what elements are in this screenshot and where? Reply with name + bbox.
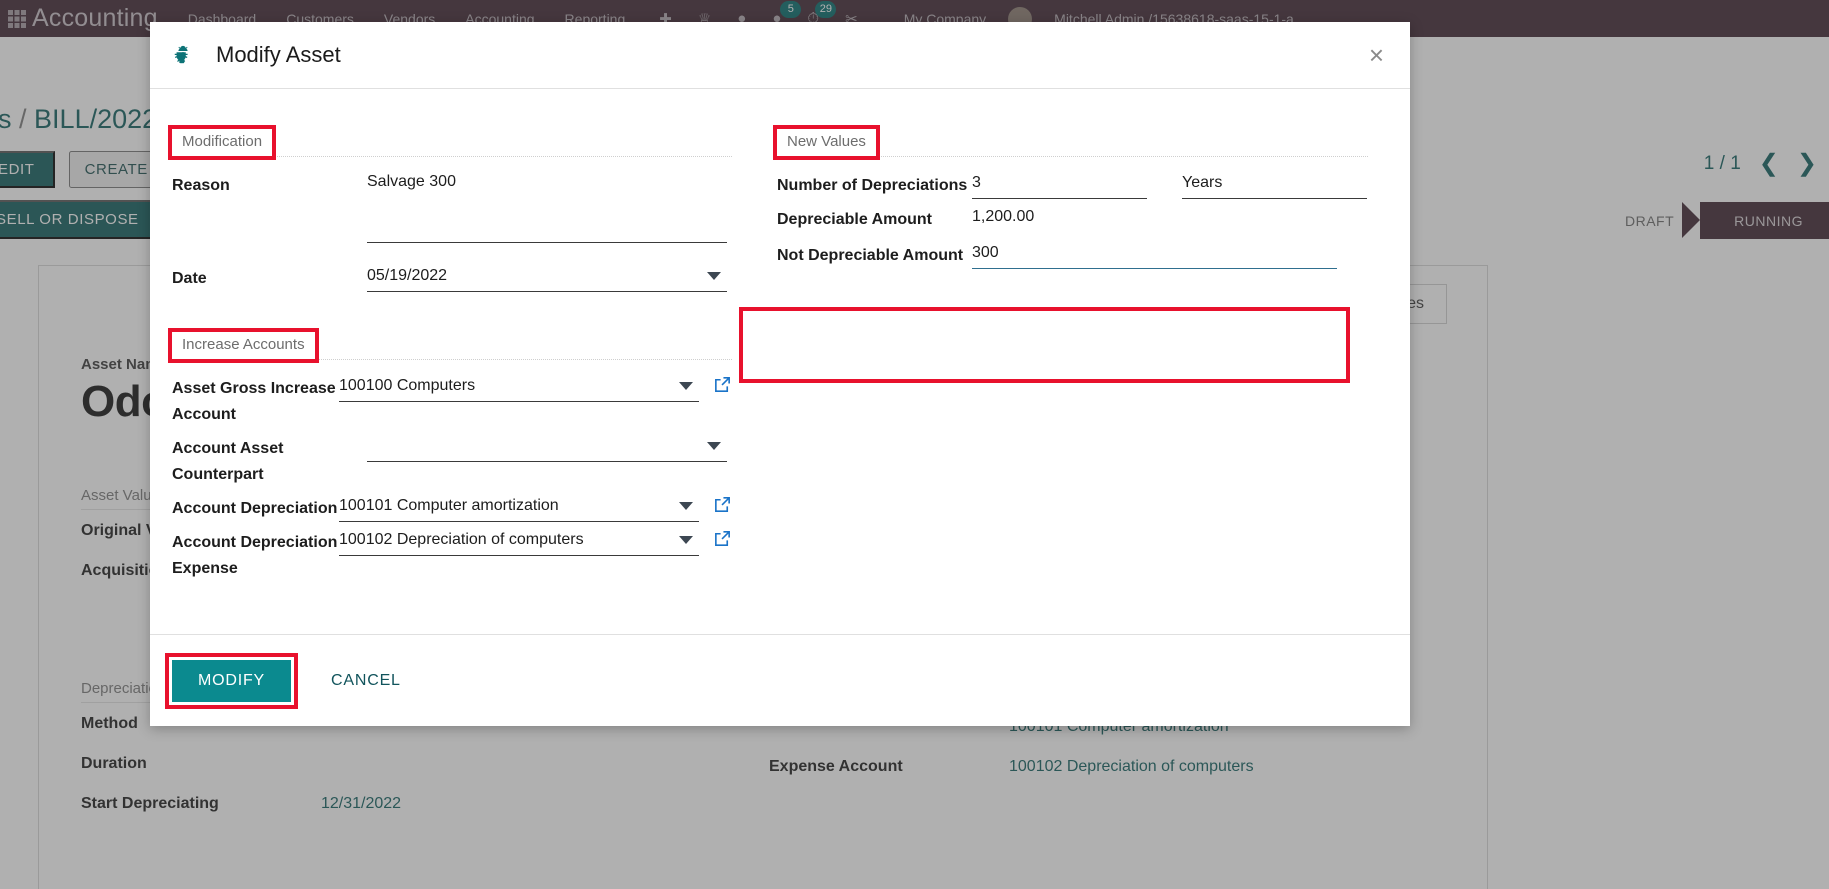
- reason-input[interactable]: Salvage 300: [367, 169, 727, 243]
- external-link-icon[interactable]: [713, 529, 732, 553]
- period-unit-select-wrap: [1182, 169, 1367, 199]
- new-values-group-header-wrap: New Values: [773, 125, 1368, 160]
- left-column: Modification Reason Salvage 300 Date 05/…: [167, 125, 732, 586]
- number-of-depreciations-label: Number of Depreciations: [777, 177, 968, 194]
- dialog-body: Modification Reason Salvage 300 Date 05/…: [150, 89, 1410, 634]
- date-label: Date: [172, 270, 207, 287]
- chevron-down-icon[interactable]: [679, 382, 693, 390]
- account-depreciation-expense-field: Account Depreciation Expense: [172, 526, 732, 582]
- account-depreciation-expense-select-wrap: [339, 526, 699, 556]
- dialog-title: Modify Asset: [216, 42, 341, 67]
- modify-asset-dialog: Modify Asset × Modification Reason Salva…: [150, 22, 1410, 726]
- chevron-down-icon[interactable]: [679, 502, 693, 510]
- date-field: Date: [172, 262, 732, 292]
- number-of-depreciations-field: Number of Depreciations: [777, 169, 1368, 199]
- asset-gross-increase-account-input[interactable]: [339, 372, 699, 402]
- right-column: New Values Number of Depreciations 3 Yea…: [773, 125, 1368, 586]
- asset-gross-increase-select-wrap: [339, 372, 699, 402]
- account-asset-counterpart-field: Account Asset Counterpart: [172, 432, 732, 488]
- increase-accounts-group-header: Increase Accounts: [168, 328, 319, 363]
- account-asset-counterpart-label: Account Asset Counterpart: [172, 440, 284, 483]
- account-asset-counterpart-select-wrap: [367, 432, 727, 462]
- date-select-wrap: [367, 262, 727, 292]
- close-icon[interactable]: ×: [1369, 42, 1384, 68]
- increase-accounts-group-header-wrap: Increase Accounts: [168, 328, 732, 363]
- not-depreciable-amount-input[interactable]: [972, 239, 1337, 269]
- number-of-depreciations-input[interactable]: [972, 169, 1147, 199]
- screen: Accounting Dashboard Customers Vendors A…: [0, 0, 1829, 889]
- chevron-down-icon[interactable]: [679, 536, 693, 544]
- chevron-down-icon[interactable]: [707, 272, 721, 280]
- asset-gross-increase-account-label: Asset Gross Increase Account: [172, 380, 336, 423]
- dialog-header: Modify Asset ×: [150, 22, 1410, 88]
- account-depreciation-field: Account Depreciation: [172, 492, 732, 522]
- external-link-icon[interactable]: [713, 375, 732, 399]
- asset-gross-increase-account-field: Asset Gross Increase Account: [172, 372, 732, 428]
- dialog-footer: MODIFY CANCEL: [150, 634, 1410, 726]
- period-unit-input[interactable]: [1182, 169, 1367, 199]
- depreciable-amount-value: 1,200.00: [972, 208, 1035, 225]
- not-depreciable-amount-field: Not Depreciable Amount: [777, 239, 1368, 269]
- cancel-button[interactable]: CANCEL: [317, 660, 415, 702]
- modification-group-header: Modification: [167, 125, 277, 160]
- reason-label: Reason: [172, 177, 230, 194]
- modify-button[interactable]: MODIFY: [164, 652, 299, 709]
- bug-icon: [172, 44, 194, 66]
- account-depreciation-input[interactable]: [339, 492, 699, 522]
- account-depreciation-expense-input[interactable]: [339, 526, 699, 556]
- depreciable-amount-label: Depreciable Amount: [777, 211, 932, 228]
- account-depreciation-select-wrap: [339, 492, 699, 522]
- not-depreciable-amount-label: Not Depreciable Amount: [777, 247, 964, 264]
- reason-field: Reason Salvage 300: [172, 169, 732, 248]
- depreciable-amount-field: Depreciable Amount 1,200.00: [777, 203, 1368, 233]
- account-depreciation-expense-label: Account Depreciation Expense: [172, 534, 338, 577]
- new-values-group-header: New Values: [773, 125, 880, 160]
- chevron-down-icon[interactable]: [707, 442, 721, 450]
- account-asset-counterpart-input[interactable]: [367, 432, 727, 462]
- modification-group-header-wrap: Modification: [167, 125, 732, 160]
- external-link-icon[interactable]: [713, 495, 732, 519]
- date-input[interactable]: [367, 262, 727, 292]
- account-depreciation-label: Account Depreciation: [172, 500, 338, 517]
